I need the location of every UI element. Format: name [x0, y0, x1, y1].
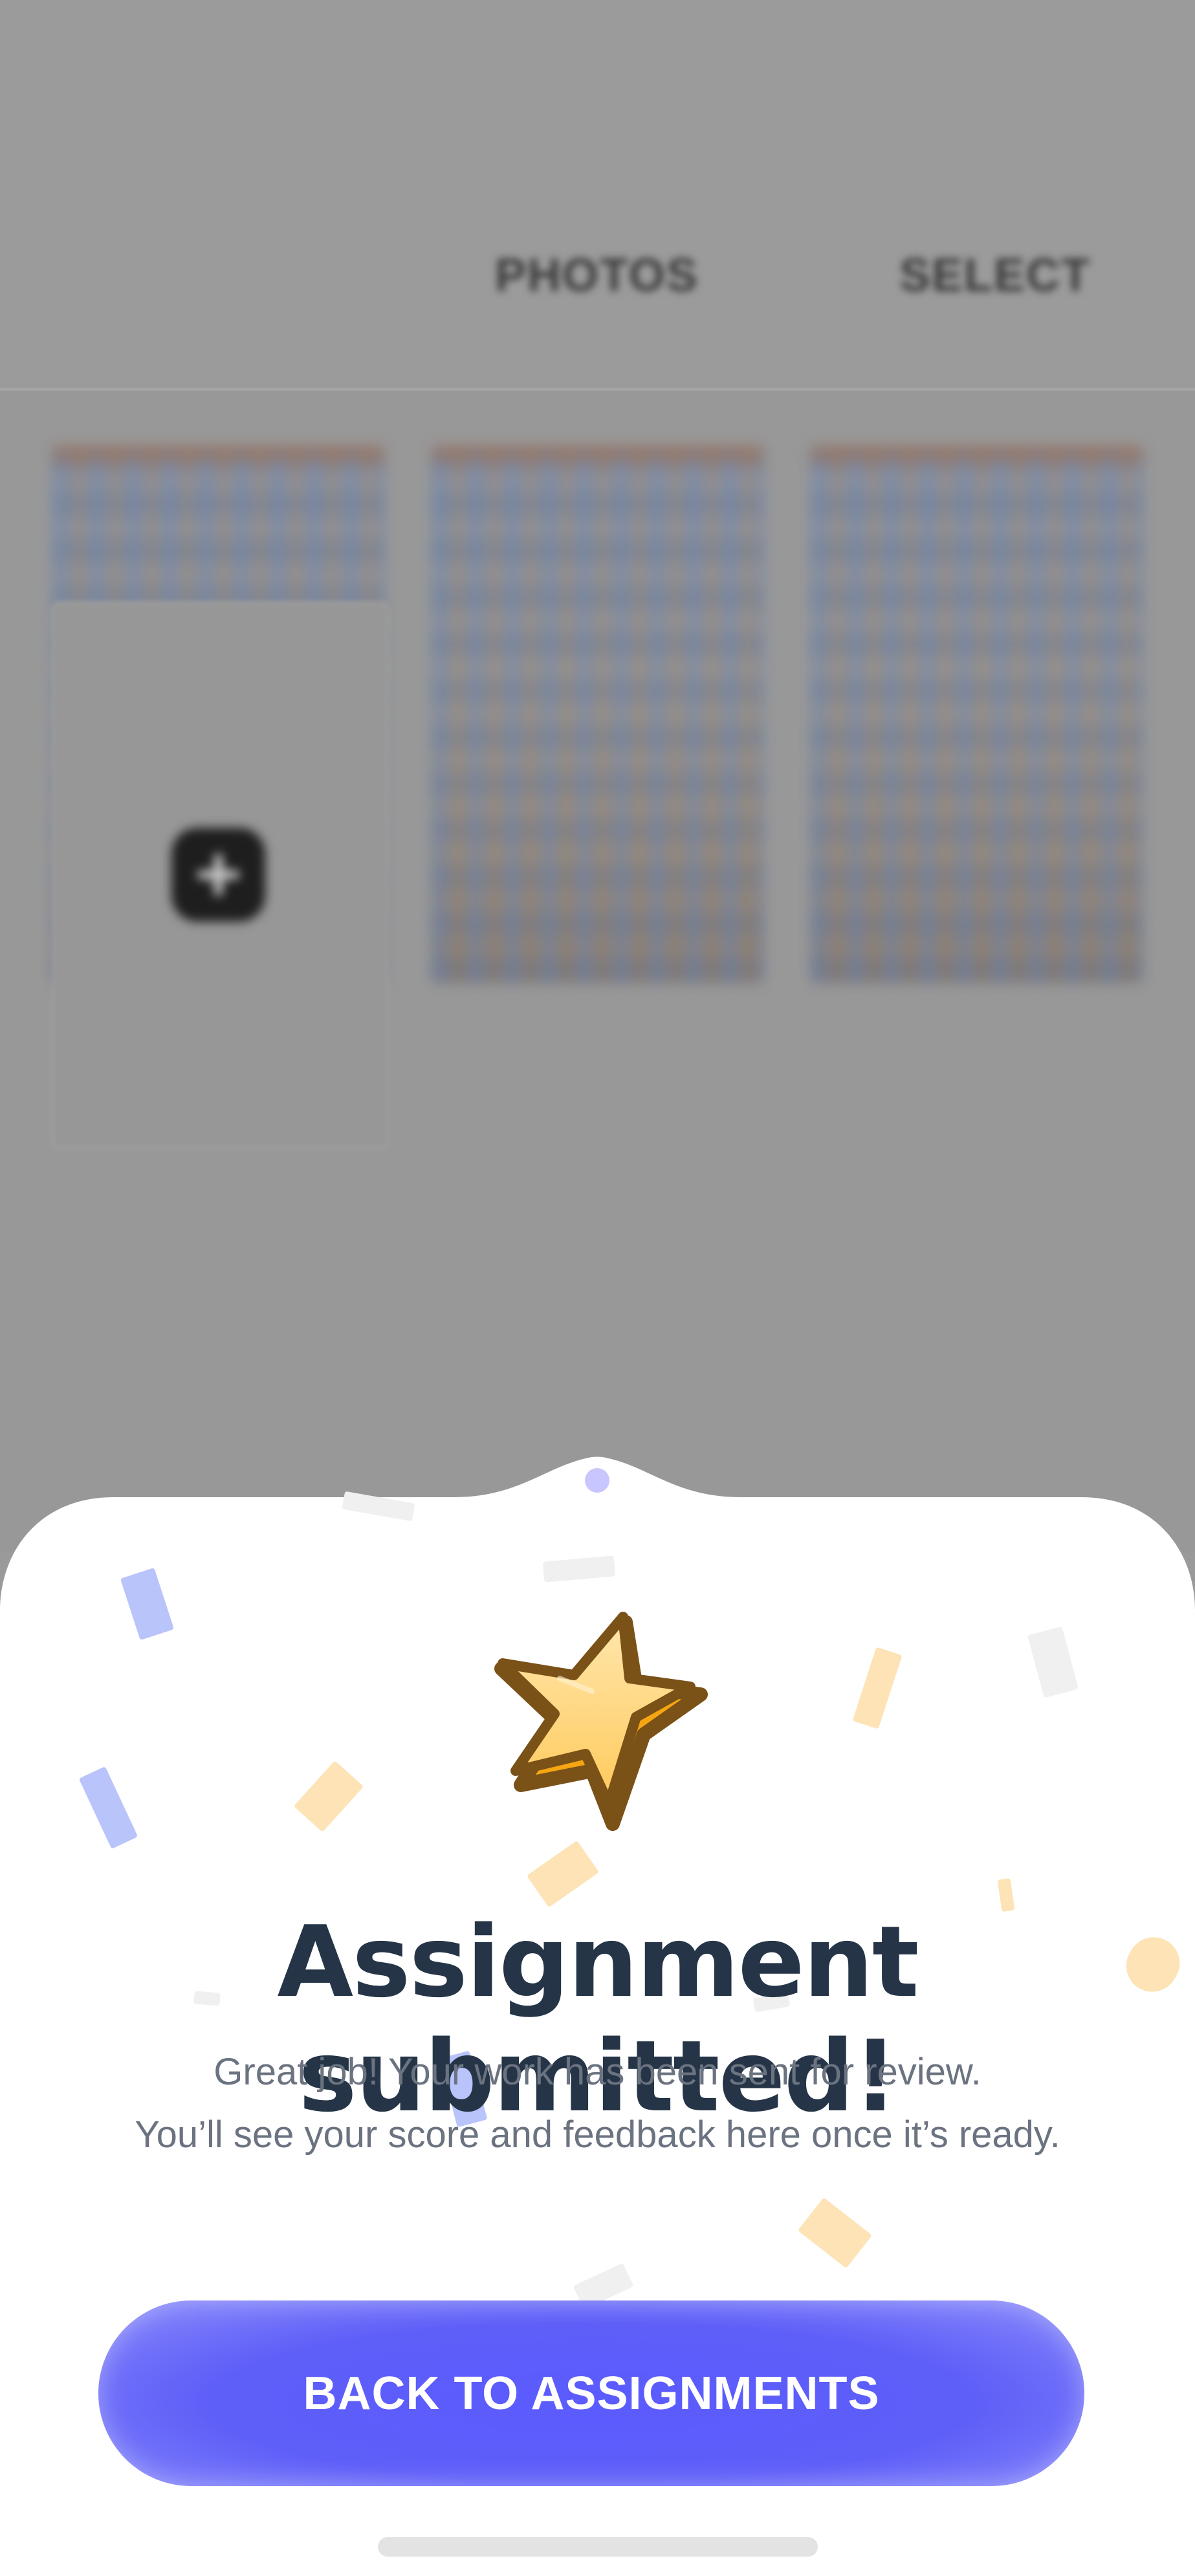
background-header: PHOTOS SELECT	[0, 0, 1195, 391]
photo-thumbnail	[431, 446, 764, 983]
photo-thumbnail	[810, 446, 1143, 983]
tab-select: SELECT	[899, 250, 1091, 301]
back-to-assignments-button[interactable]: BACK TO ASSIGNMENTS	[98, 2300, 1084, 2486]
add-photo-icon	[171, 828, 265, 922]
star-icon	[494, 1612, 708, 1831]
message-line: You’ll see your score and feedback here …	[135, 2114, 1060, 2156]
home-indicator	[378, 2537, 818, 2557]
confirmation-message: Great job! Your work has been sent for r…	[0, 2040, 1195, 2166]
message-line: Great job! Your work has been sent for r…	[214, 2051, 981, 2093]
notch-dot	[585, 1468, 609, 1493]
background-screen: PHOTOS SELECT	[0, 0, 1195, 1552]
success-sheet: Assignment submitted! Great job! Your wo…	[0, 1455, 1195, 2576]
tab-photos: PHOTOS	[495, 250, 699, 301]
